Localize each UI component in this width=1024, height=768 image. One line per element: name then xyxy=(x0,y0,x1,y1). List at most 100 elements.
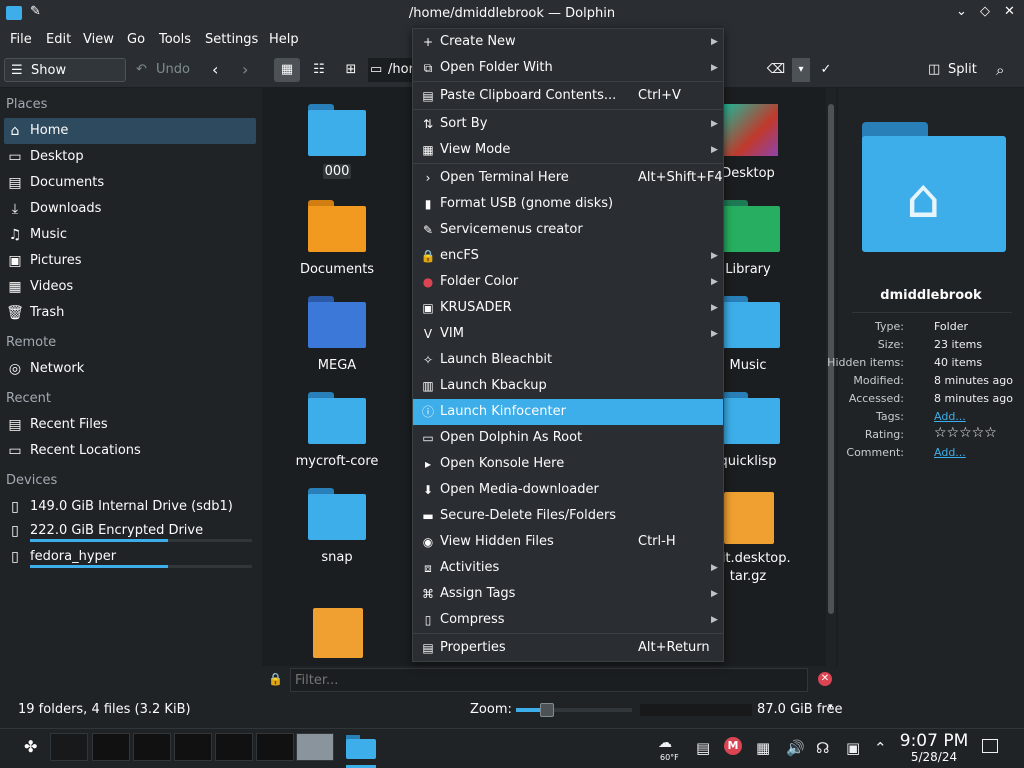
submenu-arrow-icon: ▶ xyxy=(711,37,718,47)
split-button[interactable]: ◫ Split xyxy=(928,58,977,82)
menu-settings[interactable]: Settings xyxy=(205,31,258,49)
places-item-music[interactable]: ♫ Music xyxy=(4,222,256,248)
context-menu-item-open-dolphin-as-root[interactable]: ▭ Open Dolphin As Root xyxy=(413,425,723,451)
maximize-icon[interactable]: ◇ xyxy=(980,4,990,19)
context-menu-item-sort-by[interactable]: ⇅ Sort By ▶ xyxy=(413,111,723,137)
places-item-recent-locations[interactable]: ▭ Recent Locations xyxy=(4,438,256,464)
clipboard-icon[interactable]: ▦ xyxy=(756,739,770,757)
weather-icon[interactable]: ☁ xyxy=(658,735,672,751)
context-menu-item-folder-color[interactable]: ● Folder Color ▶ xyxy=(413,269,723,295)
forward-icon[interactable]: › xyxy=(242,58,248,82)
back-icon[interactable]: ‹ xyxy=(212,58,218,82)
places-item-videos[interactable]: ▦ Videos xyxy=(4,274,256,300)
places-item-recent-files[interactable]: ▤ Recent Files xyxy=(4,412,256,438)
filter-input[interactable] xyxy=(290,668,808,692)
add-comment-link[interactable]: Add... xyxy=(934,446,966,459)
context-menu-item-encfs[interactable]: 🔒 encFS ▶ xyxy=(413,243,723,269)
compact-view-icon[interactable]: ☷ xyxy=(308,58,330,82)
desktop-pager-6[interactable] xyxy=(256,733,294,761)
places-item-trash[interactable]: 🗑 Trash xyxy=(4,300,256,326)
free-space-dropdown-icon[interactable]: ▾ xyxy=(828,702,833,712)
context-menu-item-format-usb-gnome-disks[interactable]: ▮ Format USB (gnome disks) xyxy=(413,191,723,217)
places-item-network[interactable]: ◎ Network xyxy=(4,356,256,382)
location-dropdown-icon[interactable]: ▾ xyxy=(792,58,810,82)
add-tags-link[interactable]: Add... xyxy=(934,410,966,423)
minimize-icon[interactable]: ⌄ xyxy=(956,4,967,19)
context-menu-item-properties[interactable]: ▤ Properties Alt+Return xyxy=(413,635,723,661)
kde-connect-icon[interactable]: ☊ xyxy=(816,739,829,757)
context-menu-item-open-folder-with[interactable]: ⧉ Open Folder With ▶ xyxy=(413,55,723,81)
context-menu-item-compress[interactable]: ▯ Compress ▶ xyxy=(413,607,723,633)
context-menu-item-krusader[interactable]: ▣ KRUSADER ▶ xyxy=(413,295,723,321)
context-menu-item-assign-tags[interactable]: ⌘ Assign Tags ▶ xyxy=(413,581,723,607)
context-menu-item-open-media-downloader[interactable]: ⬇ Open Media-downloader xyxy=(413,477,723,503)
zoom-slider-handle[interactable] xyxy=(540,703,554,717)
places-item-home[interactable]: ⌂ Home xyxy=(4,118,256,144)
paste-icon: ▤ xyxy=(422,89,434,103)
menu-item-label: Open Terminal Here xyxy=(440,170,569,185)
details-view-icon[interactable]: ⊞ xyxy=(340,58,362,82)
undo-button[interactable]: ↶ Undo xyxy=(136,58,190,82)
location-bar[interactable]: ▭ /hor xyxy=(368,58,414,82)
desktop-pager-4[interactable] xyxy=(174,733,212,761)
confirm-icon[interactable]: ✓ xyxy=(816,58,836,82)
device-internal-drive[interactable]: ▯ 149.0 GiB Internal Drive (sdb1) xyxy=(4,494,256,520)
network-tray-icon[interactable]: ▣ xyxy=(846,739,860,757)
places-item-documents[interactable]: ▤ Documents xyxy=(4,170,256,196)
context-menu-item-launch-kinfocenter[interactable]: ⓘ Launch Kinfocenter xyxy=(413,399,723,425)
context-menu-item-open-terminal-here[interactable]: › Open Terminal Here Alt+Shift+F4 xyxy=(413,165,723,191)
desktop-pager-1[interactable] xyxy=(50,733,88,761)
status-summary: 19 folders, 4 files (3.2 KiB) xyxy=(18,702,191,717)
submenu-arrow-icon: ▶ xyxy=(711,277,718,287)
clock-time[interactable]: 9:07 PM xyxy=(898,731,970,751)
menu-help[interactable]: Help xyxy=(269,31,299,49)
desktop-pager-3[interactable] xyxy=(133,733,171,761)
archive-icon[interactable] xyxy=(313,608,363,658)
menu-item-shortcut: Ctrl-H xyxy=(638,534,676,549)
close-icon[interactable]: ✕ xyxy=(1004,4,1015,19)
menu-item-label: Open Konsole Here xyxy=(440,456,565,471)
expand-tray-icon[interactable]: ⌃ xyxy=(874,739,887,757)
places-item-pictures[interactable]: ▣ Pictures xyxy=(4,248,256,274)
menu-go[interactable]: Go xyxy=(127,31,145,49)
desktop-pager-2[interactable] xyxy=(92,733,130,761)
desktop-pager-5[interactable] xyxy=(215,733,253,761)
clipboard-app-icon[interactable]: ▤ xyxy=(696,739,710,757)
show-desktop-icon[interactable] xyxy=(982,739,998,753)
context-menu-item-activities[interactable]: ⧈ Activities ▶ xyxy=(413,555,723,581)
icons-view-icon[interactable]: ▦ xyxy=(274,58,300,82)
zoom-slider[interactable] xyxy=(516,703,632,717)
menu-separator xyxy=(413,163,723,164)
rating-stars[interactable]: ☆☆☆☆☆ xyxy=(934,425,997,441)
recent-files-icon: ▤ xyxy=(8,417,22,433)
context-menu-item-servicemenus-creator[interactable]: ✎ Servicemenus creator xyxy=(413,217,723,243)
context-menu-item-paste-clipboard-contents[interactable]: ▤ Paste Clipboard Contents... Ctrl+V xyxy=(413,83,723,109)
submenu-arrow-icon: ▶ xyxy=(711,251,718,261)
context-menu-item-vim[interactable]: V VIM ▶ xyxy=(413,321,723,347)
context-menu-item-launch-bleachbit[interactable]: ✧ Launch Bleachbit xyxy=(413,347,723,373)
places-item-desktop[interactable]: ▭ Desktop xyxy=(4,144,256,170)
places-item-downloads[interactable]: ⤓ Downloads xyxy=(4,196,256,222)
desktop-pager-7[interactable] xyxy=(296,733,334,761)
close-filter-icon[interactable]: ✕ xyxy=(818,672,832,686)
context-menu-item-create-new[interactable]: + Create New ▶ xyxy=(413,29,723,55)
menu-file[interactable]: File xyxy=(10,31,32,49)
clock-date[interactable]: 5/28/24 xyxy=(898,750,970,764)
menu-edit[interactable]: Edit xyxy=(46,31,71,49)
lock-icon[interactable]: 🔒 xyxy=(268,672,283,686)
search-icon[interactable]: ⌕ xyxy=(996,58,1004,82)
context-menu-item-secure-delete-files-folders[interactable]: ▬ Secure-Delete Files/Folders xyxy=(413,503,723,529)
app-launcher-icon[interactable]: ✤ xyxy=(24,737,37,756)
dolphin-task-icon[interactable] xyxy=(346,735,376,759)
mega-tray-icon[interactable]: M xyxy=(724,737,742,755)
context-menu-item-launch-kbackup[interactable]: ▥ Launch Kbackup xyxy=(413,373,723,399)
show-menubar-button[interactable]: ☰ Show Menubar xyxy=(4,58,126,102)
context-menu-item-view-hidden-files[interactable]: ◉ View Hidden Files Ctrl-H xyxy=(413,529,723,555)
volume-icon[interactable]: 🔊 xyxy=(786,739,805,757)
fedora-hyper-usage-bar xyxy=(30,565,252,568)
context-menu-item-view-mode[interactable]: ▦ View Mode ▶ xyxy=(413,137,723,163)
clear-location-icon[interactable]: ⌫ xyxy=(766,58,786,82)
menu-view[interactable]: View xyxy=(83,31,114,49)
menu-tools[interactable]: Tools xyxy=(159,31,191,49)
context-menu-item-open-konsole-here[interactable]: ▸ Open Konsole Here xyxy=(413,451,723,477)
